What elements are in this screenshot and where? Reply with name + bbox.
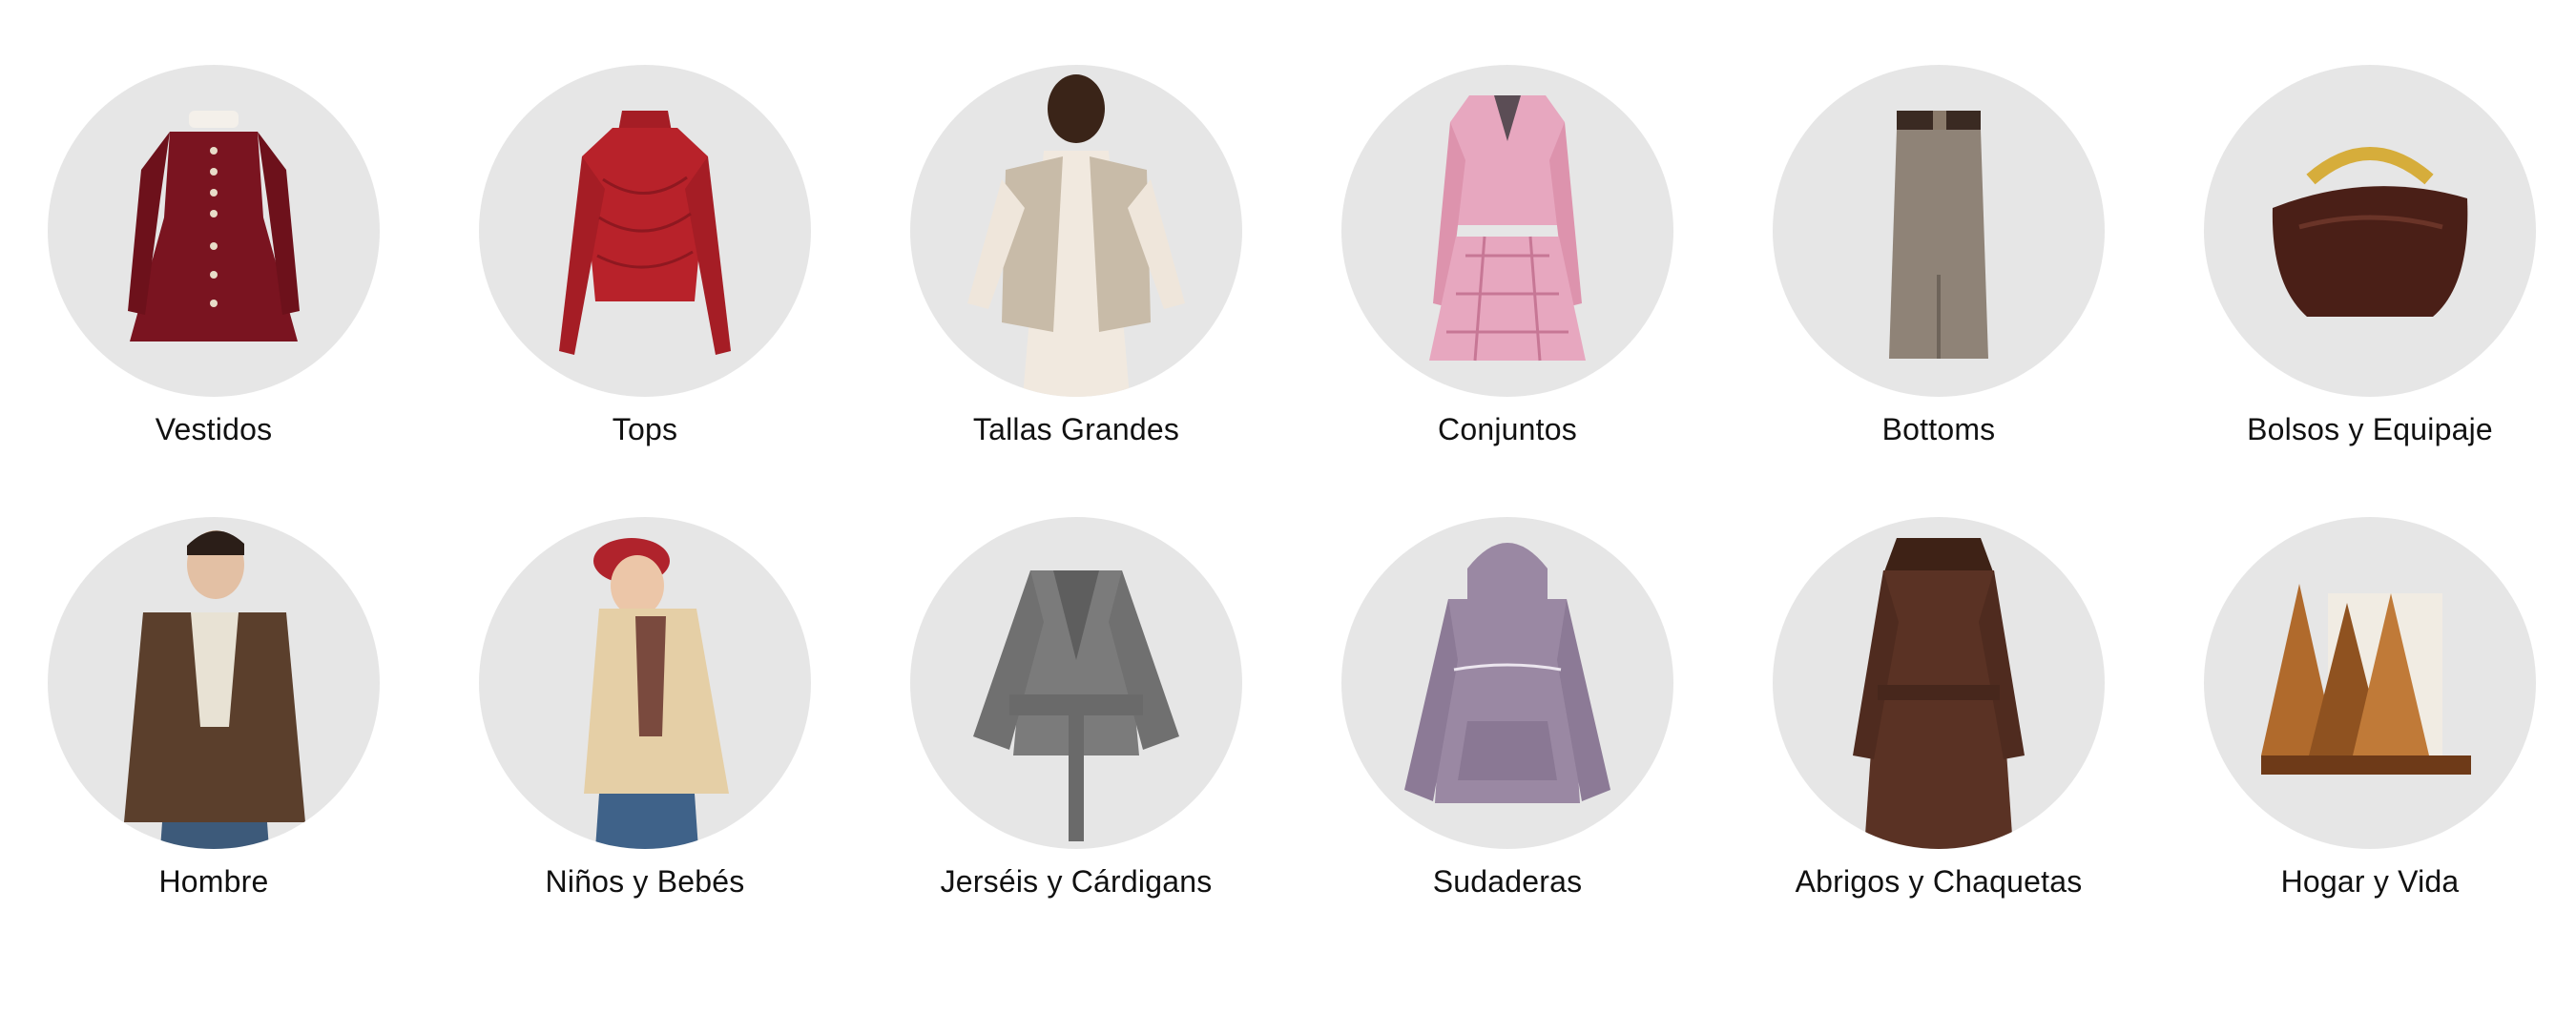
skirt-icon bbox=[1773, 65, 2105, 397]
category-sudaderas[interactable]: Sudaderas bbox=[1307, 517, 1708, 900]
category-label: Sudaderas bbox=[1432, 864, 1583, 899]
category-label: Vestidos bbox=[155, 412, 273, 446]
category-label: Bottoms bbox=[1881, 412, 1996, 446]
category-hogar-y-vida[interactable]: Hogar y Vida bbox=[2170, 517, 2570, 900]
dress-icon bbox=[48, 65, 380, 397]
kid-model-icon bbox=[479, 517, 811, 849]
category-label: Hombre bbox=[158, 864, 269, 899]
top-icon bbox=[479, 65, 811, 397]
category-abrigos-y-chaquetas[interactable]: Abrigos y Chaquetas bbox=[1738, 517, 2139, 900]
category-bottoms[interactable]: Bottoms bbox=[1738, 65, 2139, 448]
category-tops[interactable]: Tops bbox=[445, 65, 845, 448]
category-label: Jerséis y Cárdigans bbox=[940, 864, 1213, 899]
category-label: Hogar y Vida bbox=[2280, 864, 2460, 899]
category-label: Niños y Bebés bbox=[545, 864, 745, 899]
category-tallas-grandes[interactable]: Tallas Grandes bbox=[876, 65, 1277, 448]
category-label: Tops bbox=[612, 412, 678, 446]
category-bolsos-y-equipaje[interactable]: Bolsos y Equipaje bbox=[2170, 65, 2570, 448]
category-label: Tallas Grandes bbox=[972, 412, 1180, 446]
coat-icon bbox=[1773, 517, 2105, 849]
category-label: Bolsos y Equipaje bbox=[2247, 412, 2493, 446]
category-ninos-y-bebes[interactable]: Niños y Bebés bbox=[445, 517, 845, 900]
category-label: Abrigos y Chaquetas bbox=[1795, 864, 2083, 899]
handbag-icon bbox=[2204, 65, 2536, 397]
co-ord-set-icon bbox=[1341, 65, 1673, 397]
category-vestidos[interactable]: Vestidos bbox=[13, 65, 414, 448]
category-grid: Vestidos Tops Tallas Grandes Conjuntos B… bbox=[0, 0, 2576, 1014]
cardigan-icon bbox=[910, 517, 1242, 849]
home-decor-icon bbox=[2204, 517, 2536, 849]
category-conjuntos[interactable]: Conjuntos bbox=[1307, 65, 1708, 448]
hoodie-icon bbox=[1341, 517, 1673, 849]
plus-size-model-icon bbox=[910, 65, 1242, 397]
category-jerseis-y-cardigans[interactable]: Jerséis y Cárdigans bbox=[876, 517, 1277, 900]
category-label: Conjuntos bbox=[1438, 412, 1577, 446]
men-jacket-model-icon bbox=[48, 517, 380, 849]
category-hombre[interactable]: Hombre bbox=[13, 517, 414, 900]
